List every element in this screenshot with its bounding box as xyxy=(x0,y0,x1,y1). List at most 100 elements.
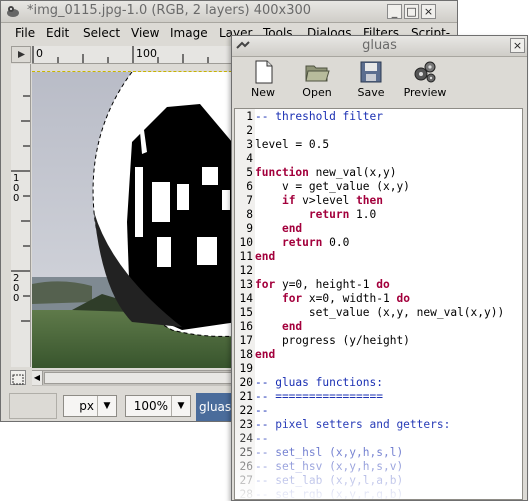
code-token: v = get_value (x,y) xyxy=(255,180,410,193)
menu-image[interactable]: Image xyxy=(170,26,208,40)
gluas-title: gluas xyxy=(362,38,397,53)
vruler-label-100: 1 0 0 xyxy=(13,173,20,204)
code-token: set_value (x,y, new_val(x,y)) xyxy=(255,306,505,319)
gimp-app-icon[interactable] xyxy=(5,4,21,18)
code-keyword: for xyxy=(255,278,276,291)
line-number: 11 xyxy=(239,250,253,263)
code-line: 4 xyxy=(235,152,522,166)
save-button-label: Save xyxy=(357,86,385,99)
menu-file[interactable]: File xyxy=(15,26,35,40)
code-line: 21 -- ================ xyxy=(235,390,522,404)
code-text: end xyxy=(255,348,275,362)
line-number: 7 xyxy=(246,194,253,207)
code-text: for x=0, width-1 do xyxy=(255,292,410,306)
new-button[interactable]: New xyxy=(236,59,290,103)
code-keyword: end xyxy=(281,320,303,333)
close-icon[interactable]: × xyxy=(510,38,525,53)
menu-arrow-icon xyxy=(18,51,25,58)
line-number: 14 xyxy=(239,292,253,305)
code-line: 3 level = 0.5 xyxy=(235,138,522,152)
vruler-label-200: 2 0 0 xyxy=(13,273,20,304)
code-text: -- gluas functions: xyxy=(255,376,383,390)
code-keyword: function xyxy=(255,166,309,179)
line-number: 10 xyxy=(239,236,253,249)
line-number: 17 xyxy=(239,334,253,347)
menu-view[interactable]: View xyxy=(131,26,159,40)
code-text: for y=0, height-1 do xyxy=(255,278,390,292)
new-document-icon xyxy=(255,60,273,84)
code-text: v = get_value (x,y) xyxy=(255,180,410,194)
line-number: 19 xyxy=(239,362,253,375)
code-keyword: if xyxy=(281,194,296,207)
menu-edit[interactable]: Edit xyxy=(46,26,69,40)
open-button-label: Open xyxy=(302,86,332,99)
open-folder-icon xyxy=(305,65,330,82)
line-number: 6 xyxy=(246,180,253,193)
preview-button-label: Preview xyxy=(403,86,447,99)
preview-gears-icon xyxy=(414,61,436,83)
canvas-image xyxy=(32,72,237,368)
line-number: 3 xyxy=(246,138,253,151)
code-line: 22 -- xyxy=(235,404,522,418)
line-number: 16 xyxy=(239,320,253,333)
save-button[interactable]: Save xyxy=(344,59,398,103)
scrollbar-thumb[interactable] xyxy=(44,372,234,384)
code-line: 18 end xyxy=(235,348,522,362)
chevron-down-icon: ▼ xyxy=(97,396,116,416)
code-text: end xyxy=(255,320,302,334)
code-keyword: do xyxy=(396,292,410,305)
line-number: 22 xyxy=(239,404,253,417)
image-canvas[interactable] xyxy=(32,71,237,368)
maximize-icon[interactable]: □ xyxy=(404,4,419,19)
image-window-titlebar[interactable]: *img_0115.jpg-1.0 (RGB, 2 layers) 400x30… xyxy=(1,1,457,23)
navigate-icon xyxy=(12,374,24,385)
line-number: 15 xyxy=(239,306,253,319)
code-text: -- xyxy=(255,404,268,418)
vruler-ticks xyxy=(11,95,30,322)
vertical-ruler[interactable]: 1 0 0 2 0 0 xyxy=(11,64,31,367)
gluas-toolbar: New Open Save Preview xyxy=(232,57,527,105)
code-text: end xyxy=(255,222,302,236)
code-token: level = 0.5 xyxy=(255,138,330,151)
code-token: x=0, width-1 xyxy=(302,292,397,305)
code-line: 19 xyxy=(235,362,522,376)
save-floppy-icon xyxy=(360,61,382,83)
minimize-icon[interactable]: _ xyxy=(387,4,402,19)
open-button[interactable]: Open xyxy=(290,59,344,103)
code-line: 10 return 0.0 xyxy=(235,236,522,250)
code-line: 15 set_value (x,y, new_val(x,y)) xyxy=(235,306,522,320)
code-keyword: end xyxy=(255,250,276,263)
scroll-left-arrow-icon[interactable]: ◀ xyxy=(32,371,43,385)
navigate-button[interactable] xyxy=(10,370,26,385)
gluas-titlebar[interactable]: gluas × xyxy=(232,36,527,57)
unit-select[interactable]: px ▼ xyxy=(63,395,117,417)
code-token: 0.0 xyxy=(322,236,350,249)
quick-mask-toggle[interactable] xyxy=(11,46,31,63)
code-line: 17 progress (y/height) xyxy=(235,334,522,348)
line-number: 12 xyxy=(239,264,253,277)
menu-select[interactable]: Select xyxy=(83,26,120,40)
close-icon[interactable]: × xyxy=(421,4,436,19)
preview-button[interactable]: Preview xyxy=(398,59,452,103)
code-comment: -- ================ xyxy=(255,390,383,403)
code-line: 16 end xyxy=(235,320,522,334)
line-number: 18 xyxy=(239,348,253,361)
code-line: 13 for y=0, height-1 do xyxy=(235,278,522,292)
gluas-dialog: gluas × New Open Save Preview 1 -- thres… xyxy=(231,35,528,501)
code-comment: -- xyxy=(255,404,269,417)
status-task-button[interactable]: gluas xyxy=(196,393,236,421)
ruler-label-100: 100 xyxy=(136,47,157,60)
code-line: 14 for x=0, width-1 do xyxy=(235,292,522,306)
line-number: 20 xyxy=(239,376,253,389)
line-number: 2 xyxy=(246,124,253,137)
code-editor[interactable]: 1 -- threshold filter 2 3 level = 0.5 4 5 funct… xyxy=(234,108,523,500)
line-number: 4 xyxy=(246,152,253,165)
new-button-label: New xyxy=(251,86,275,99)
code-comment: -- gluas functions: xyxy=(255,376,383,389)
pointer-coordinates xyxy=(9,393,57,419)
zoom-select[interactable]: 100% ▼ xyxy=(125,395,191,417)
